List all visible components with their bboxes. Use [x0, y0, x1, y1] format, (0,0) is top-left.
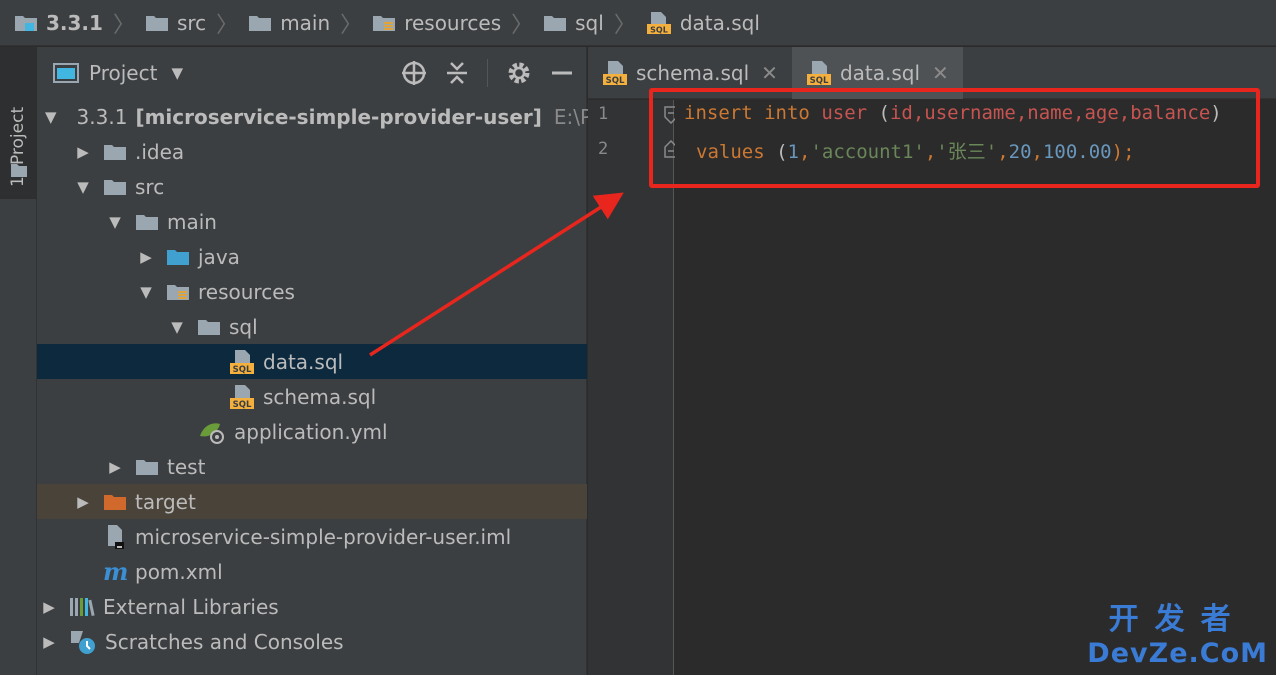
watermark-en: DevZe.CoM [1087, 638, 1268, 669]
watermark-logo: 开发者 DevZe.CoM [1087, 594, 1268, 669]
watermark-cn: 开发者 [1108, 602, 1247, 637]
annotation-arrow-icon [369, 192, 624, 357]
